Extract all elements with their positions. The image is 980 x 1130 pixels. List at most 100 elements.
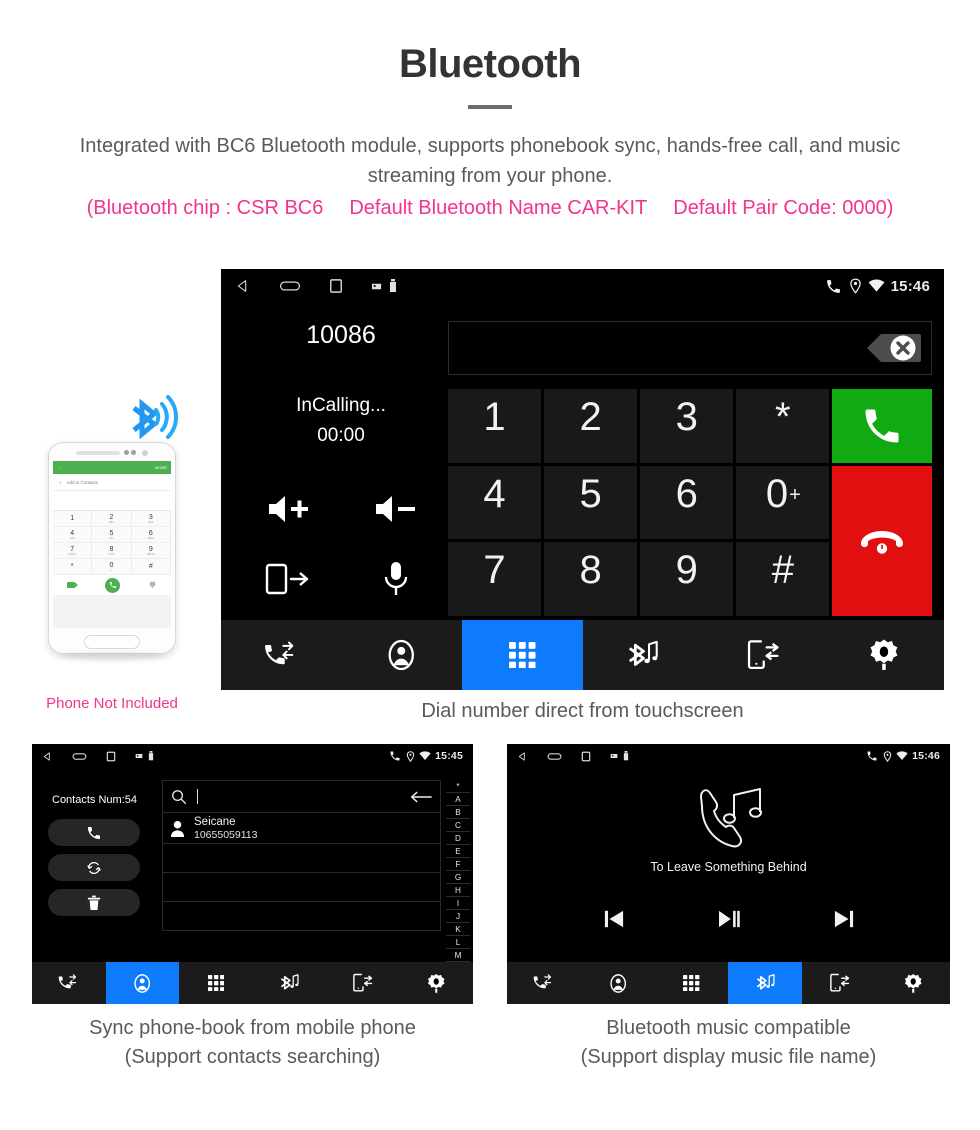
music-caption-line2: (Support display music file name)	[580, 1046, 877, 1068]
phone-keyboard-icon	[148, 581, 157, 589]
play-pause-button[interactable]	[717, 909, 741, 929]
alpha-index-f[interactable]: F	[446, 858, 470, 871]
previous-track-button[interactable]	[603, 909, 625, 929]
android-recents-icon[interactable]	[329, 278, 343, 294]
hangup-button[interactable]	[832, 465, 932, 616]
alpha-index-c[interactable]: C	[446, 819, 470, 832]
sync-contacts-button[interactable]	[48, 854, 140, 881]
nav-bluetooth-music[interactable]	[728, 962, 803, 1004]
android-recents-icon[interactable]	[581, 751, 591, 762]
nav-settings[interactable]	[400, 962, 474, 1004]
volume-up-button[interactable]	[266, 494, 312, 524]
contacts-status-right: 15:45	[389, 750, 463, 762]
nav-keypad[interactable]	[179, 962, 253, 1004]
text-caret	[197, 789, 198, 804]
contacts-caption-line2: (Support contacts searching)	[124, 1046, 381, 1068]
key-5[interactable]: 5	[544, 465, 638, 540]
android-recents-icon[interactable]	[106, 751, 116, 762]
alpha-index-star[interactable]: *	[446, 780, 470, 793]
dialer-status-right: 15:46	[825, 278, 930, 295]
android-back-icon[interactable]	[235, 278, 251, 294]
key-7[interactable]: 7	[448, 542, 542, 616]
alpha-index-g[interactable]: G	[446, 871, 470, 884]
contact-list-item[interactable]: Seicane 10655059113	[162, 813, 441, 844]
phone-back-icon: ←	[57, 465, 61, 470]
backspace-button[interactable]	[847, 329, 925, 367]
search-back-icon[interactable]	[410, 791, 432, 803]
search-input[interactable]	[162, 780, 441, 813]
key-1[interactable]: 1	[448, 389, 542, 463]
contacts-nav-bar	[32, 962, 473, 1004]
music-caption-line1: Bluetooth music compatible	[606, 1017, 851, 1039]
nav-contacts[interactable]	[342, 620, 463, 690]
nav-call-log[interactable]	[32, 962, 106, 1004]
nav-device-connect[interactable]	[802, 962, 876, 1004]
nav-keypad[interactable]	[655, 962, 729, 1004]
contacts-icon	[388, 638, 415, 672]
key-star[interactable]: *	[736, 389, 830, 463]
alpha-index-a[interactable]: A	[446, 793, 470, 806]
nav-settings[interactable]	[876, 962, 950, 1004]
bluetooth-music-artwork-icon	[507, 784, 950, 852]
key-hash[interactable]: #	[736, 542, 830, 616]
alpha-index-h[interactable]: H	[446, 884, 470, 897]
android-home-icon[interactable]	[547, 751, 562, 762]
mute-microphone-button[interactable]	[382, 561, 410, 597]
nav-contacts[interactable]	[105, 962, 179, 1004]
volume-down-button[interactable]	[373, 494, 419, 524]
phone-key-star: *	[53, 559, 93, 575]
settings-icon	[869, 638, 899, 672]
alpha-index-d[interactable]: D	[446, 832, 470, 845]
nav-device-connect[interactable]	[703, 620, 824, 690]
nav-keypad[interactable]	[462, 620, 583, 690]
dial-contact-button[interactable]	[48, 819, 140, 846]
number-input-field[interactable]	[448, 321, 932, 375]
nav-call-log[interactable]	[221, 620, 342, 690]
nav-bluetooth-music[interactable]	[253, 962, 327, 1004]
sd-card-icon	[371, 281, 382, 292]
nav-device-connect[interactable]	[326, 962, 400, 1004]
alpha-index-k[interactable]: K	[446, 923, 470, 936]
phone-sensor2-icon	[131, 450, 136, 455]
transfer-to-phone-button[interactable]	[264, 562, 314, 596]
alpha-index-e[interactable]: E	[446, 845, 470, 858]
alphabet-index[interactable]: * A B C D E F G H I J K L M	[446, 780, 470, 962]
alpha-index-j[interactable]: J	[446, 910, 470, 923]
key-2[interactable]: 2	[544, 389, 638, 463]
nav-contacts[interactable]	[581, 962, 655, 1004]
delete-contacts-button[interactable]	[48, 889, 140, 916]
alpha-index-i[interactable]: I	[446, 897, 470, 910]
call-button[interactable]	[832, 389, 932, 463]
music-track-title: To Leave Something Behind	[650, 860, 807, 874]
contacts-icon	[134, 973, 151, 994]
key-6[interactable]: 6	[640, 465, 734, 540]
usb-icon	[623, 751, 629, 761]
nav-settings[interactable]	[824, 620, 945, 690]
nav-bluetooth-music[interactable]	[583, 620, 704, 690]
settings-icon	[904, 973, 922, 994]
android-back-icon[interactable]	[517, 751, 528, 762]
alpha-index-b[interactable]: B	[446, 806, 470, 819]
in-call-controls	[235, 474, 449, 614]
nav-call-log[interactable]	[507, 962, 581, 1004]
android-home-icon[interactable]	[72, 751, 87, 762]
alpha-index-m[interactable]: M	[446, 949, 470, 962]
status-time: 15:45	[435, 750, 463, 762]
key-4[interactable]: 4	[448, 465, 542, 540]
next-track-button[interactable]	[833, 909, 855, 929]
key-3[interactable]: 3	[640, 389, 734, 463]
wifi-icon	[419, 751, 431, 761]
bluetooth-signal-icon	[120, 390, 182, 444]
dialed-number: 10086	[306, 321, 376, 349]
key-label: 3	[675, 395, 698, 439]
phone-key-4: 4 GHI	[53, 527, 93, 543]
sd-card-icon	[610, 752, 618, 760]
android-home-icon[interactable]	[279, 278, 301, 294]
alpha-index-l[interactable]: L	[446, 936, 470, 949]
phone-add-contact-row: + Add to Contacts	[53, 474, 171, 491]
key-0[interactable]: 0 +	[736, 465, 830, 540]
key-9[interactable]: 9	[640, 542, 734, 616]
bluetooth-music-icon	[279, 973, 300, 992]
key-8[interactable]: 8	[544, 542, 638, 616]
android-back-icon[interactable]	[42, 751, 53, 762]
